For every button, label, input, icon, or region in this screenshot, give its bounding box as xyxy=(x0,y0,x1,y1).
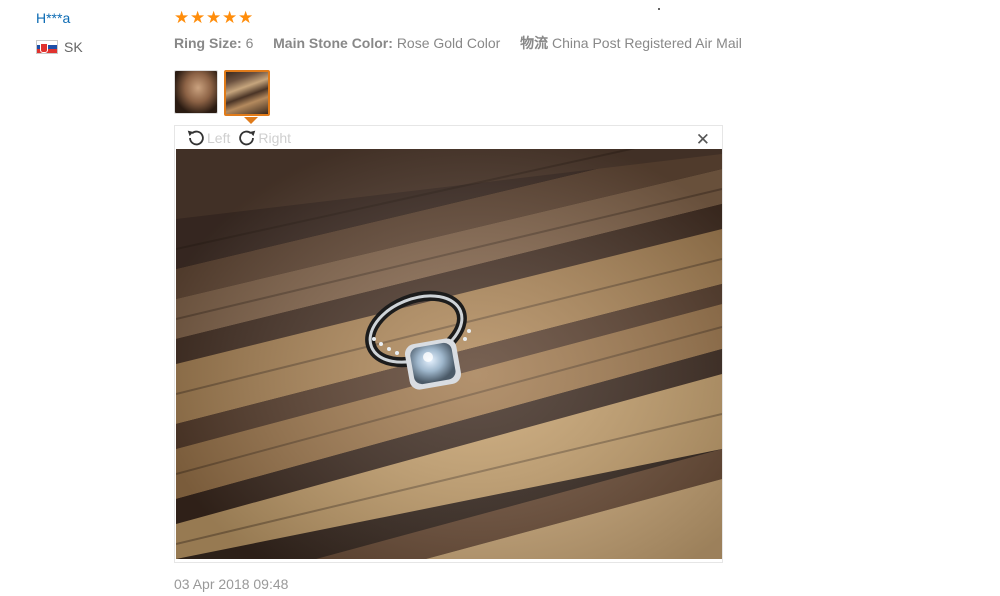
photo-thumbnail-2[interactable] xyxy=(224,70,270,116)
country-code: SK xyxy=(64,39,83,55)
rotate-left-icon xyxy=(187,130,204,146)
star-icon: ★ xyxy=(206,8,222,27)
reviewer-info: H***a SK xyxy=(36,9,83,55)
ring-photo-image xyxy=(176,149,722,559)
attr-value-stone-color: Rose Gold Color xyxy=(396,35,501,51)
close-icon[interactable]: ✕ xyxy=(696,131,710,149)
review-date: 03 Apr 2018 09:48 xyxy=(174,576,289,592)
photo-thumbnails xyxy=(174,70,270,116)
star-icon: ★ xyxy=(238,8,254,27)
rotate-right-label: Right xyxy=(258,130,292,146)
attr-label-stone-color: Main Stone Color: xyxy=(273,35,393,51)
attr-value-shipping: China Post Registered Air Mail xyxy=(551,35,742,51)
rotate-left-label: Left xyxy=(207,130,231,146)
star-icon: ★ xyxy=(222,8,238,27)
photo-viewer: Left Right ✕ xyxy=(174,125,723,563)
rotate-right-button[interactable]: Right xyxy=(236,127,291,149)
rotate-left-button[interactable]: Left xyxy=(185,127,230,149)
reviewer-name[interactable]: H***a xyxy=(36,9,70,27)
selected-thumbnail-indicator xyxy=(244,117,258,124)
attr-label-shipping: 物流 xyxy=(520,35,549,51)
star-rating: ★ ★ ★ ★ ★ xyxy=(174,9,254,26)
rotate-right-icon xyxy=(239,130,256,146)
slovakia-flag-icon xyxy=(36,40,58,54)
photo-thumbnail-1[interactable] xyxy=(174,70,218,114)
order-attributes: Ring Size: 6 Main Stone Color: Rose Gold… xyxy=(174,34,742,52)
reviewer-country: SK xyxy=(36,38,83,56)
star-icon: ★ xyxy=(174,8,190,27)
viewer-toolbar: Left Right xyxy=(185,127,291,149)
attr-label-ring-size: Ring Size: xyxy=(174,35,242,51)
stray-dot xyxy=(658,8,660,10)
attr-value-ring-size: 6 xyxy=(245,35,254,51)
star-icon: ★ xyxy=(190,8,206,27)
ring-photo xyxy=(176,149,722,559)
